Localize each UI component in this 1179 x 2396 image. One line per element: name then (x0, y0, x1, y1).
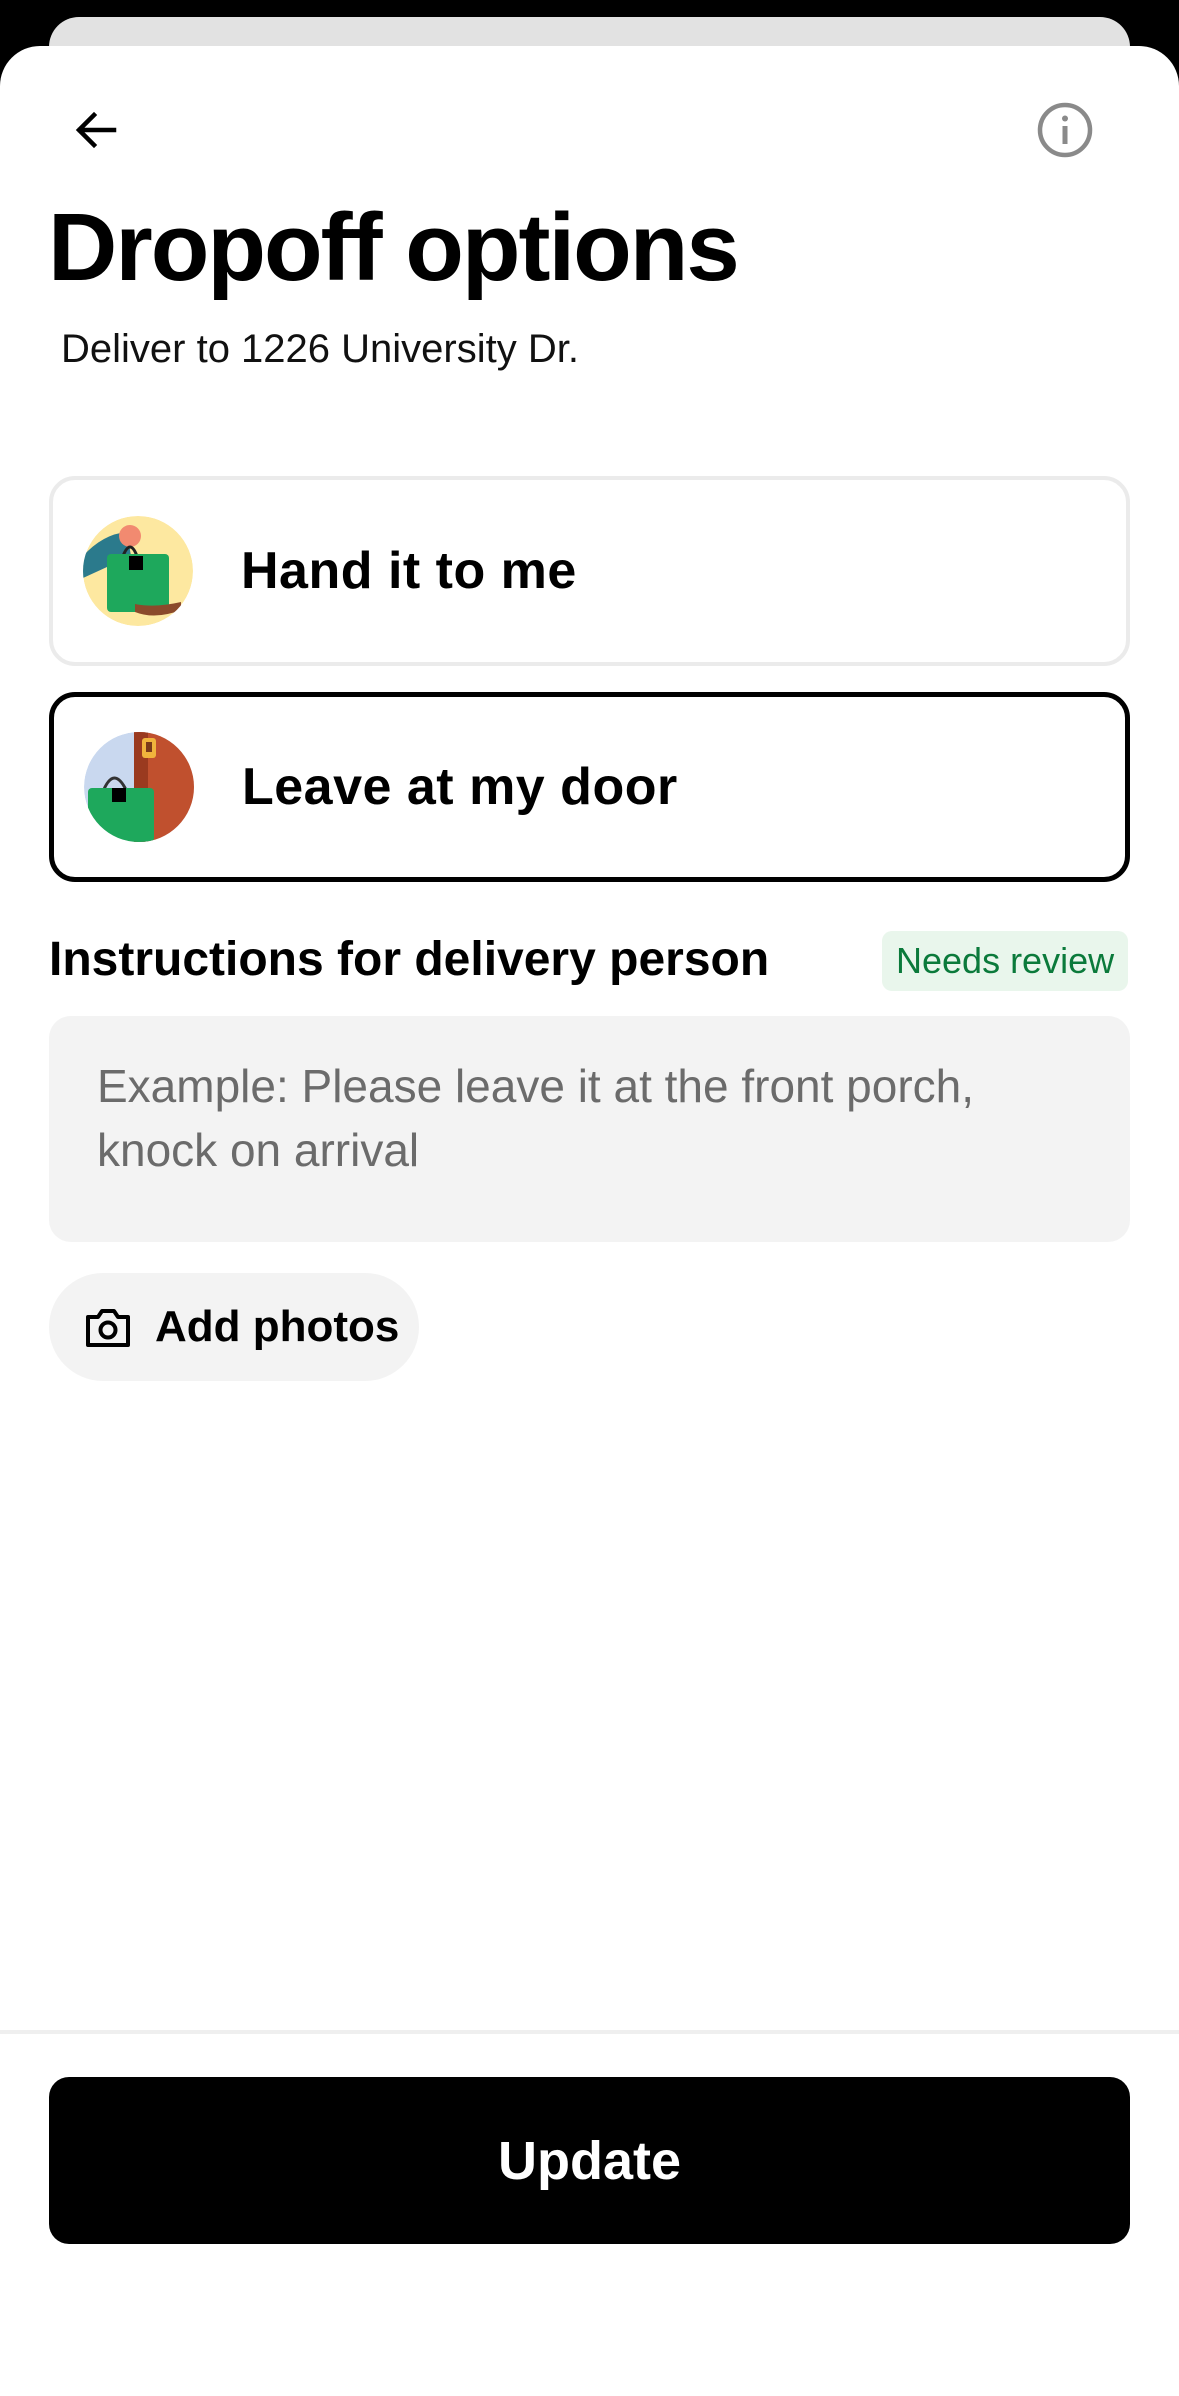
needs-review-badge: Needs review (882, 931, 1129, 991)
add-photos-button[interactable]: Add photos (49, 1273, 419, 1381)
footer-divider (0, 2030, 1179, 2034)
door-bag-illustration (84, 732, 194, 842)
info-circle-icon (1037, 102, 1093, 158)
option-leave-at-my-door[interactable]: Leave at my door (49, 692, 1130, 882)
info-button[interactable] (1017, 82, 1113, 178)
instructions-input[interactable] (49, 1016, 1130, 1242)
page-title: Dropoff options (48, 194, 740, 301)
hand-bag-illustration (83, 516, 193, 626)
option-label: Hand it to me (241, 542, 577, 600)
update-button[interactable]: Update (49, 2077, 1130, 2244)
add-photos-label: Add photos (155, 1302, 400, 1351)
instructions-label: Instructions for delivery person (49, 933, 770, 986)
delivery-address: Deliver to 1226 University Dr. (61, 327, 579, 371)
camera-icon (83, 1302, 133, 1352)
back-button[interactable] (48, 82, 144, 178)
option-label: Leave at my door (242, 758, 678, 816)
option-hand-it-to-me[interactable]: Hand it to me (49, 476, 1130, 666)
arrow-left-icon (75, 111, 117, 149)
